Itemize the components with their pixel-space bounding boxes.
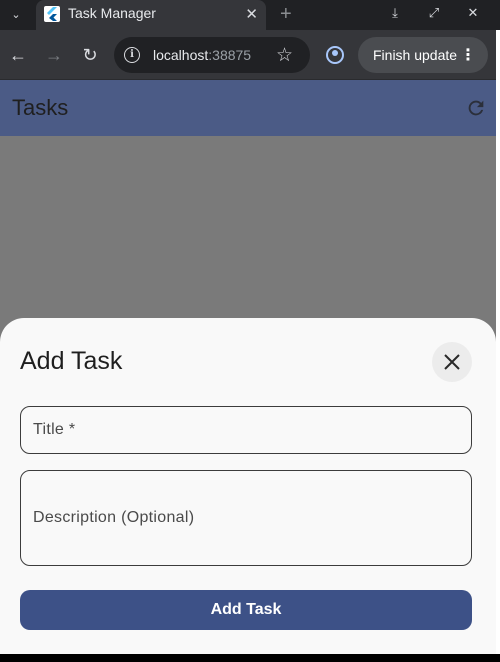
refresh-icon[interactable] — [462, 94, 490, 122]
star-icon[interactable]: ☆ — [276, 44, 293, 67]
add-task-button[interactable]: Add Task — [20, 590, 472, 630]
kebab-menu-icon[interactable]: ⋮ — [460, 45, 476, 65]
close-icon — [444, 354, 460, 370]
page-title: Tasks — [12, 95, 69, 120]
info-icon[interactable]: i — [124, 47, 140, 63]
finish-update-button[interactable]: Finish update ⋮ — [358, 37, 488, 73]
flutter-icon — [44, 6, 60, 22]
finish-update-label: Finish update — [373, 47, 458, 63]
plus-icon[interactable]: + — [280, 3, 292, 26]
window-edge — [496, 30, 500, 662]
back-arrow-icon[interactable]: ← — [7, 44, 29, 66]
sheet-title: Add Task — [20, 347, 123, 375]
tab-search-chevron-icon[interactable]: ⌄ — [8, 6, 24, 22]
tab-title: Task Manager — [68, 5, 156, 21]
browser-tabstrip: ⌄ Task Manager ✕ + ⤓ ⤢ ✕ — [0, 0, 500, 30]
add-task-button-label: Add Task — [210, 601, 282, 618]
window-bottom-edge — [0, 654, 500, 662]
close-icon[interactable]: ✕ — [463, 5, 483, 21]
description-field-label: Description (Optional) — [33, 509, 195, 526]
forward-arrow-icon[interactable]: → — [43, 44, 65, 66]
address-bar[interactable]: i localhost:38875 ☆ — [114, 37, 310, 73]
profile-icon[interactable] — [326, 46, 344, 64]
close-icon[interactable]: ✕ — [245, 5, 258, 23]
reload-icon[interactable]: ↻ — [79, 44, 101, 66]
browser-tab[interactable]: Task Manager ✕ — [36, 0, 266, 30]
url-text: localhost:38875 — [153, 47, 252, 63]
maximize-icon[interactable]: ⤢ — [424, 5, 444, 21]
add-task-sheet: Add Task Title * Description (Optional) … — [0, 318, 496, 654]
title-field[interactable]: Title * — [20, 406, 472, 454]
download-icon[interactable]: ⤓ — [385, 5, 405, 21]
close-sheet-button[interactable] — [432, 342, 472, 382]
app-bar: Tasks — [0, 80, 496, 136]
description-field[interactable]: Description (Optional) — [20, 470, 472, 566]
title-field-label: Title * — [33, 421, 76, 438]
